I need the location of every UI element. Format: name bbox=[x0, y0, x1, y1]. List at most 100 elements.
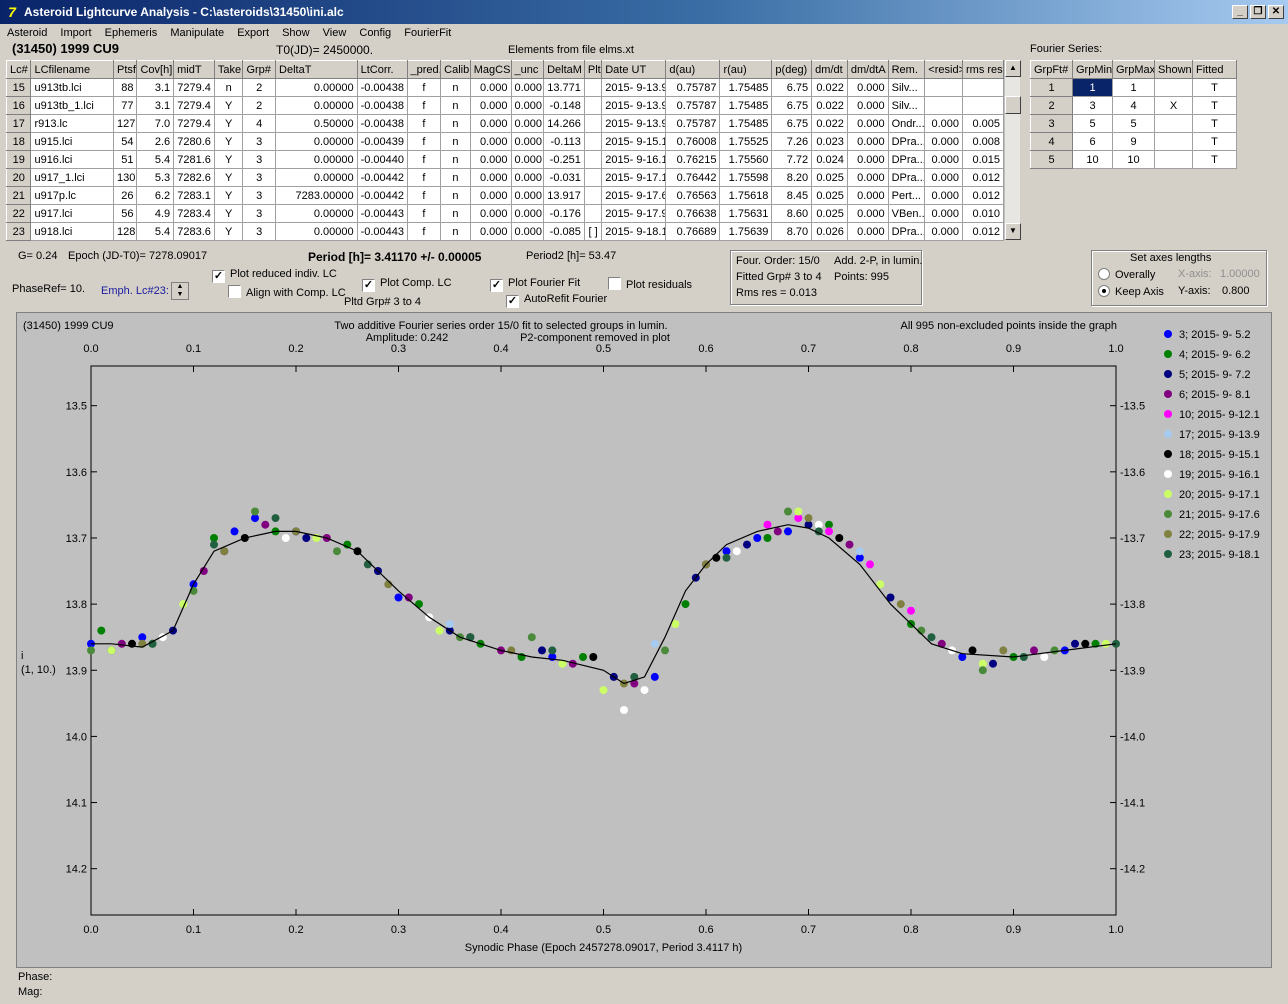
table-cell[interactable]: Y bbox=[213, 168, 244, 187]
table-cell[interactable]: 0.00000 bbox=[275, 150, 358, 169]
table-cell[interactable]: f bbox=[406, 186, 442, 205]
table-cell[interactable]: VBen... bbox=[887, 204, 926, 223]
plot-comp-checkbox[interactable]: ✓ Plot Comp. LC bbox=[362, 277, 452, 292]
table-cell[interactable]: f bbox=[406, 168, 442, 187]
table-cell[interactable]: 77 bbox=[113, 96, 138, 115]
table-cell[interactable]: 2015- 9-13.9 bbox=[601, 96, 667, 115]
table-cell[interactable] bbox=[962, 78, 1004, 97]
table-cell[interactable]: Silv... bbox=[887, 96, 926, 115]
table-cell[interactable]: 0.76563 bbox=[665, 186, 721, 205]
table-cell[interactable]: 5.4 bbox=[136, 150, 175, 169]
table-cell[interactable]: 7283.6 bbox=[173, 222, 215, 241]
table-cell[interactable]: Y bbox=[213, 222, 244, 241]
column-header[interactable]: midT bbox=[173, 60, 215, 79]
table-cell[interactable]: f bbox=[406, 222, 442, 241]
table-cell[interactable]: n bbox=[213, 78, 244, 97]
table-cell[interactable]: f bbox=[406, 204, 442, 223]
restore-button[interactable]: ❐ bbox=[1250, 5, 1266, 19]
table-cell[interactable]: DPra... bbox=[887, 222, 926, 241]
table-cell[interactable]: 8.20 bbox=[771, 168, 813, 187]
table-row[interactable]: 18 u915.lci 54 2.6 7280.6 Y 3 0.00000 -0.00439 f n… bbox=[5, 132, 1004, 151]
plot-area[interactable] bbox=[90, 365, 1117, 916]
table-cell[interactable]: 130 bbox=[113, 168, 138, 187]
table-cell[interactable]: 7279.4 bbox=[173, 96, 215, 115]
table-cell[interactable]: 1.75598 bbox=[719, 168, 773, 187]
plot-residuals-checkbox[interactable]: Plot residuals bbox=[608, 277, 692, 291]
table-cell[interactable] bbox=[1154, 78, 1193, 97]
table-cell[interactable]: 8.70 bbox=[771, 222, 813, 241]
table-cell[interactable] bbox=[1154, 132, 1193, 151]
table-cell[interactable]: f bbox=[406, 78, 442, 97]
table-cell[interactable]: -0.00438 bbox=[356, 114, 408, 133]
table-cell[interactable]: n bbox=[440, 222, 471, 241]
table-cell[interactable]: 0.005 bbox=[962, 114, 1004, 133]
table-cell[interactable]: 0.000 bbox=[469, 132, 512, 151]
table-cell[interactable]: 0.024 bbox=[811, 150, 848, 169]
table-cell[interactable]: 56 bbox=[113, 204, 138, 223]
lightcurve-plot[interactable]: (31450) 1999 CU9 Two additive Fourier ser… bbox=[17, 313, 1271, 967]
table-cell[interactable]: 0.000 bbox=[924, 168, 964, 187]
table-cell[interactable]: 7283.00000 bbox=[275, 186, 358, 205]
table-cell[interactable]: T bbox=[1192, 132, 1237, 151]
table-cell[interactable]: DPra... bbox=[887, 150, 926, 169]
table-cell[interactable]: 1.75525 bbox=[719, 132, 773, 151]
table-cell[interactable]: Y bbox=[213, 132, 244, 151]
fourier-series-table[interactable]: GrpFt# GrpMin GrpMax Shown Fitted 111T234XT3… bbox=[1030, 60, 1237, 169]
table-cell[interactable]: 1.75618 bbox=[719, 186, 773, 205]
table-cell[interactable]: 5.3 bbox=[136, 168, 175, 187]
table-cell[interactable]: Pert... bbox=[887, 186, 926, 205]
row-header[interactable]: 18 bbox=[5, 132, 32, 151]
table-cell[interactable]: 0.000 bbox=[846, 114, 889, 133]
table-cell[interactable]: 0.015 bbox=[962, 150, 1004, 169]
table-cell[interactable]: [ ] bbox=[583, 222, 603, 241]
table-cell[interactable]: -0.00439 bbox=[356, 132, 408, 151]
column-header[interactable]: _pred. bbox=[406, 60, 442, 79]
menu-config[interactable]: Config bbox=[359, 27, 391, 39]
table-cell[interactable]: 0.000 bbox=[469, 78, 512, 97]
row-header[interactable]: 4 bbox=[1030, 132, 1073, 151]
table-cell[interactable]: 4 bbox=[242, 114, 277, 133]
table-row[interactable]: 16 u913tb_1.lci 77 3.1 7279.4 Y 2 0.00000 -0.004… bbox=[5, 96, 1004, 115]
table-cell[interactable]: 0.012 bbox=[962, 168, 1004, 187]
column-header[interactable]: Take bbox=[213, 60, 244, 79]
menu-show[interactable]: Show bbox=[282, 27, 310, 39]
scroll-thumb[interactable] bbox=[1005, 96, 1021, 114]
table-cell[interactable]: 0.76008 bbox=[665, 132, 721, 151]
table-cell[interactable] bbox=[583, 78, 603, 97]
table-cell[interactable]: 0.000 bbox=[846, 222, 889, 241]
table-cell[interactable]: 3 bbox=[242, 222, 277, 241]
column-header[interactable]: GrpMin bbox=[1072, 60, 1113, 79]
row-header[interactable]: 5 bbox=[1030, 150, 1073, 169]
table-cell[interactable]: 7280.6 bbox=[173, 132, 215, 151]
table-cell[interactable]: 8.60 bbox=[771, 204, 813, 223]
table-cell[interactable] bbox=[583, 204, 603, 223]
table-cell[interactable] bbox=[583, 132, 603, 151]
column-header[interactable]: DeltaT bbox=[275, 60, 358, 79]
table-row[interactable]: 111T bbox=[1030, 78, 1237, 97]
table-cell[interactable]: 0.76442 bbox=[665, 168, 721, 187]
table-cell[interactable]: 3 bbox=[242, 168, 277, 187]
table-cell[interactable]: 51 bbox=[113, 150, 138, 169]
column-header[interactable]: GrpFt# bbox=[1030, 60, 1073, 79]
table-cell[interactable]: T bbox=[1192, 150, 1237, 169]
table-cell[interactable]: 7283.4 bbox=[173, 204, 215, 223]
menu-view[interactable]: View bbox=[323, 27, 347, 39]
table-row[interactable]: 17 r913.lc 127 7.0 7279.4 Y 4 0.50000 -0.00438 f n… bbox=[5, 114, 1004, 133]
table-cell[interactable]: 3 bbox=[242, 132, 277, 151]
table-cell[interactable]: 4 bbox=[1112, 96, 1155, 115]
table-cell[interactable]: 8.45 bbox=[771, 186, 813, 205]
column-header[interactable]: LCfilename bbox=[30, 60, 115, 79]
table-cell[interactable]: 4.9 bbox=[136, 204, 175, 223]
menu-fourierfit[interactable]: FourierFit bbox=[404, 27, 451, 39]
table-cell[interactable]: 0.000 bbox=[846, 132, 889, 151]
table-cell[interactable]: 1.75485 bbox=[719, 114, 773, 133]
table-cell[interactable]: 26 bbox=[113, 186, 138, 205]
table-cell[interactable]: 0.000 bbox=[469, 222, 512, 241]
column-header[interactable]: DeltaM bbox=[543, 60, 585, 79]
lightcurve-table-scrollbar[interactable]: ▲ ▼ bbox=[1004, 60, 1021, 240]
table-cell[interactable] bbox=[583, 96, 603, 115]
column-header[interactable]: LtCorr. bbox=[356, 60, 408, 79]
table-cell[interactable]: 0.50000 bbox=[275, 114, 358, 133]
row-header[interactable]: 16 bbox=[5, 96, 32, 115]
table-cell[interactable]: 128 bbox=[113, 222, 138, 241]
